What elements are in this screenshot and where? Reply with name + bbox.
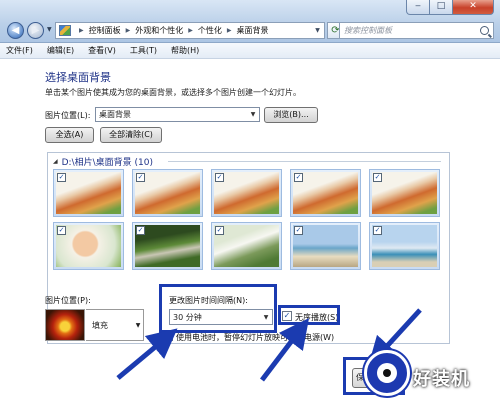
search-icon[interactable] [480, 26, 489, 35]
menu-help[interactable]: 帮助(H) [171, 45, 199, 56]
divider [168, 161, 441, 162]
thumbnail-checkbox[interactable]: ✓ [215, 226, 224, 235]
thumbnail-checkbox[interactable]: ✓ [373, 173, 382, 182]
forward-arrow-icon[interactable]: ▶ [27, 22, 44, 39]
menu-file[interactable]: 文件(F) [6, 45, 33, 56]
chevron-down-icon: ▼ [135, 321, 141, 329]
thumbnail-checkbox[interactable]: ✓ [136, 226, 145, 235]
thumbnail-wedding-couple[interactable]: ✓ [211, 222, 282, 270]
thumbnail-baby-flowers[interactable]: ✓ [132, 169, 203, 217]
highlight-shuffle-box [278, 305, 340, 325]
back-arrow-icon[interactable]: ◀ [7, 22, 24, 39]
chevron-down-icon: ▼ [250, 111, 256, 118]
highlight-interval-box [159, 284, 277, 333]
thumbnail-checkbox[interactable]: ✓ [373, 226, 382, 235]
thumbnail-checkbox[interactable]: ✓ [294, 173, 303, 182]
picture-location-select[interactable]: 桌面背景 ▼ [95, 107, 260, 122]
page-subtitle: 单击某个图片使其成为您的桌面背景，或选择多个图片创建一个幻灯片。 [45, 88, 301, 97]
breadcrumb-personalization[interactable]: 个性化 [198, 25, 222, 36]
thumbnail-checkbox[interactable]: ✓ [57, 226, 66, 235]
thumbnail-baby-flowers[interactable]: ✓ [211, 169, 282, 217]
battery-pause-label[interactable]: 使用电池时，暂停幻灯片放映可节省电源(W) [176, 332, 334, 343]
browse-button[interactable]: 浏览(B)... [264, 107, 318, 123]
close-button[interactable]: ✕ [453, 0, 494, 15]
thumbnail-checkbox[interactable]: ✓ [294, 226, 303, 235]
folder-title: D:\相片\桌面背景 (10) [61, 158, 153, 168]
title-bar: ‒ □ ✕ ◀ ▶ ▼ ▶ 控制面板 ▶ 外观和个性化 ▶ 个性化 ▶ 桌面背景… [0, 0, 500, 43]
select-all-button[interactable]: 全选(A) [45, 127, 94, 143]
collapse-arrow-icon[interactable]: ◢ [53, 158, 58, 165]
address-bar[interactable]: ▶ 控制面板 ▶ 外观和个性化 ▶ 个性化 ▶ 桌面背景 ▼ [55, 22, 325, 39]
maximize-button[interactable]: □ [430, 0, 453, 15]
breadcrumb-separator[interactable]: ▶ [227, 27, 232, 34]
recent-pages-dropdown[interactable]: ▼ [47, 26, 52, 33]
breadcrumb-separator[interactable]: ▶ [188, 27, 193, 34]
thumbnail-checkbox[interactable]: ✓ [57, 173, 66, 182]
breadcrumb-separator[interactable]: ▶ [79, 27, 84, 34]
picture-position-select[interactable]: 填充 ▼ [86, 309, 144, 341]
breadcrumb-appearance[interactable]: 外观和个性化 [135, 25, 183, 36]
thumbnail-baby-portrait[interactable]: ✓ [53, 222, 124, 270]
chevron-down-icon[interactable]: ▼ [311, 23, 324, 38]
picture-location-value: 桌面背景 [99, 110, 131, 119]
menu-tools[interactable]: 工具(T) [130, 45, 157, 56]
picture-position-label: 图片位置(P): [45, 296, 91, 305]
picture-location-label: 图片位置(L): [45, 111, 91, 120]
menu-view[interactable]: 查看(V) [88, 45, 116, 56]
thumbnail-seaside-swing[interactable]: ✓ [290, 222, 361, 270]
search-input[interactable]: 搜索控制面板 [339, 22, 494, 39]
thumbnail-baby-flowers[interactable]: ✓ [369, 169, 440, 217]
watermark-text: 好装机 [413, 369, 470, 390]
thumbnail-beach-jump[interactable]: ✓ [369, 222, 440, 270]
window-controls: ‒ □ ✕ [406, 0, 494, 15]
thumbnail-baby-flowers[interactable]: ✓ [290, 169, 361, 217]
page-title: 选择桌面背景 [45, 71, 111, 84]
flower-preview-icon [45, 309, 85, 341]
breadcrumb-desktop-background[interactable]: 桌面背景 [237, 25, 269, 36]
thumbnail-garden-path[interactable]: ✓ [132, 222, 203, 270]
breadcrumb-control-panel[interactable]: 控制面板 [89, 25, 121, 36]
watermark-logo [364, 350, 410, 396]
folder-header[interactable]: ◢ D:\相片\桌面背景 (10) [53, 155, 153, 168]
minimize-button[interactable]: ‒ [406, 0, 430, 15]
menu-edit[interactable]: 编辑(E) [47, 45, 74, 56]
content-pane: 选择桌面背景 单击某个图片使其成为您的桌面背景，或选择多个图片创建一个幻灯片。 … [0, 60, 500, 401]
picture-position-value: 填充 [92, 320, 108, 330]
search-placeholder: 搜索控制面板 [344, 26, 392, 35]
control-panel-icon [59, 25, 71, 36]
clear-all-button[interactable]: 全部清除(C) [100, 127, 162, 143]
menu-bar: 文件(F) 编辑(E) 查看(V) 工具(T) 帮助(H) [0, 43, 500, 59]
thumbnail-baby-flowers[interactable]: ✓ [53, 169, 124, 217]
thumbnail-checkbox[interactable]: ✓ [215, 173, 224, 182]
breadcrumb-separator[interactable]: ▶ [126, 27, 131, 34]
thumbnail-checkbox[interactable]: ✓ [136, 173, 145, 182]
